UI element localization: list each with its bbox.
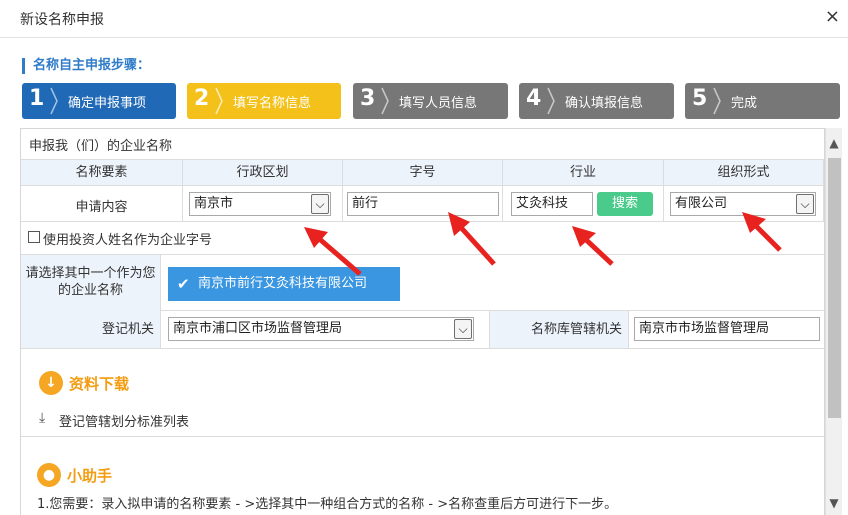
chevron-down-icon[interactable]: ⌵ — [454, 319, 472, 339]
name-db-input[interactable]: 南京市市场监督管理局 — [634, 317, 820, 341]
investor-name-checkbox[interactable] — [28, 231, 40, 243]
chevron-right-icon — [50, 87, 58, 115]
name-option-label: 南京市前行艾灸科技有限公司 — [198, 276, 368, 291]
vertical-scrollbar[interactable]: ▲ ▼ — [825, 128, 842, 515]
investor-name-option: 使用投资人姓名作为企业字号 — [21, 221, 824, 255]
column-header: 行政区划 — [183, 160, 343, 186]
name-elements-grid: 名称要素 行政区划 字号 行业 组织形式 申请内容 南京市 ⌵ 前行 艾灸科技 … — [21, 159, 824, 222]
step-1[interactable]: 1 确定申报事项 — [22, 83, 176, 119]
step-number: 5 — [692, 86, 708, 111]
choose-label: 请选择其中一个作为您的企业名称 — [21, 255, 161, 311]
chevron-right-icon — [547, 87, 555, 115]
trade-name-cell: 前行 — [343, 186, 503, 222]
search-button[interactable]: 搜索 — [597, 192, 653, 216]
step-number: 3 — [360, 86, 376, 111]
section-title: 申报我（们）的企业名称 — [29, 139, 173, 154]
step-label: 填写名称信息 — [233, 96, 312, 111]
step-3[interactable]: 3 填写人员信息 — [353, 83, 508, 119]
download-title: 资料下载 — [69, 375, 130, 393]
helper-title: 小助手 — [67, 467, 113, 485]
choose-name-row: 请选择其中一个作为您的企业名称 ✔ 南京市前行艾灸科技有限公司 — [21, 255, 824, 311]
dialog-title: 新设名称申报 — [20, 12, 104, 28]
column-header: 组织形式 — [664, 160, 824, 186]
download-icon: ↓ — [39, 371, 63, 395]
scrollbar-thumb[interactable] — [828, 158, 841, 418]
chevron-down-icon[interactable]: ⌵ — [311, 194, 329, 214]
download-section: ↓ 资料下载 ⤓ 登记管辖划分标准列表 — [21, 349, 824, 437]
chevron-right-icon — [713, 87, 721, 115]
close-icon[interactable]: × — [825, 6, 840, 27]
chevron-down-icon[interactable]: ⌵ — [796, 194, 814, 214]
step-number: 2 — [194, 86, 210, 111]
scroll-up-icon[interactable]: ▲ — [826, 136, 842, 150]
step-label: 确认填报信息 — [565, 96, 644, 111]
checkbox-label[interactable]: 使用投资人姓名作为企业字号 — [43, 229, 212, 248]
dialog-titlebar: 新设名称申报 × — [0, 0, 848, 38]
name-db-label: 名称库管辖机关 — [489, 311, 629, 348]
column-header: 行业 — [503, 160, 664, 186]
org-form-select[interactable]: 有限公司 ⌵ — [670, 192, 816, 216]
download-link[interactable]: 登记管辖划分标准列表 — [59, 411, 189, 430]
step-label: 确定申报事项 — [68, 96, 147, 111]
column-header: 名称要素 — [21, 160, 183, 186]
registration-row: 登记机关 南京市浦口区市场监督管理局 ⌵ 名称库管辖机关 南京市市场监督管理局 — [21, 311, 824, 349]
step-label: 完成 — [731, 96, 758, 111]
steps-bar: 1 确定申报事项 2 填写名称信息 3 填写人员信息 4 确认填报信息 5 完成 — [22, 83, 842, 119]
org-form-value: 有限公司 — [675, 196, 728, 211]
step-number: 4 — [526, 86, 542, 111]
step-2[interactable]: 2 填写名称信息 — [187, 83, 341, 119]
column-header: 字号 — [343, 160, 503, 186]
file-download-icon[interactable]: ⤓ — [39, 410, 45, 426]
step-4[interactable]: 4 确认填报信息 — [519, 83, 674, 119]
industry-cell: 艾灸科技 搜索 — [503, 186, 664, 222]
lightbulb-icon: ● — [37, 463, 61, 487]
steps-title: 名称自主申报步骤： — [22, 58, 150, 74]
industry-input[interactable]: 艾灸科技 — [511, 192, 593, 216]
row-label: 申请内容 — [75, 200, 128, 215]
row-label-cell: 申请内容 — [21, 186, 183, 222]
chevron-right-icon — [381, 87, 389, 115]
reg-authority-value: 南京市浦口区市场监督管理局 — [173, 321, 343, 336]
chevron-right-icon — [215, 87, 223, 115]
step-number: 1 — [29, 86, 45, 111]
check-icon: ✔ — [177, 275, 190, 293]
org-form-cell: 有限公司 ⌵ — [664, 186, 824, 222]
trade-name-input[interactable]: 前行 — [347, 192, 499, 216]
helper-text: 1.您需要：录入拟申请的名称要素 - >选择其中一种组合方式的名称 - >名称查… — [37, 497, 618, 512]
step-label: 填写人员信息 — [399, 96, 478, 111]
region-value: 南京市 — [194, 196, 234, 211]
scroll-down-icon[interactable]: ▼ — [826, 496, 842, 510]
form-panel: 申报我（们）的企业名称 名称要素 行政区划 字号 行业 组织形式 申请内容 南京… — [20, 128, 825, 515]
region-cell: 南京市 ⌵ — [183, 186, 343, 222]
reg-authority-label: 登记机关 — [21, 311, 161, 348]
name-option-button[interactable]: ✔ 南京市前行艾灸科技有限公司 — [168, 267, 400, 301]
reg-authority-select[interactable]: 南京市浦口区市场监督管理局 ⌵ — [168, 317, 474, 341]
region-select[interactable]: 南京市 ⌵ — [189, 192, 331, 216]
helper-section: ● 小助手 1.您需要：录入拟申请的名称要素 - >选择其中一种组合方式的名称 … — [21, 437, 824, 515]
step-5[interactable]: 5 完成 — [685, 83, 840, 119]
